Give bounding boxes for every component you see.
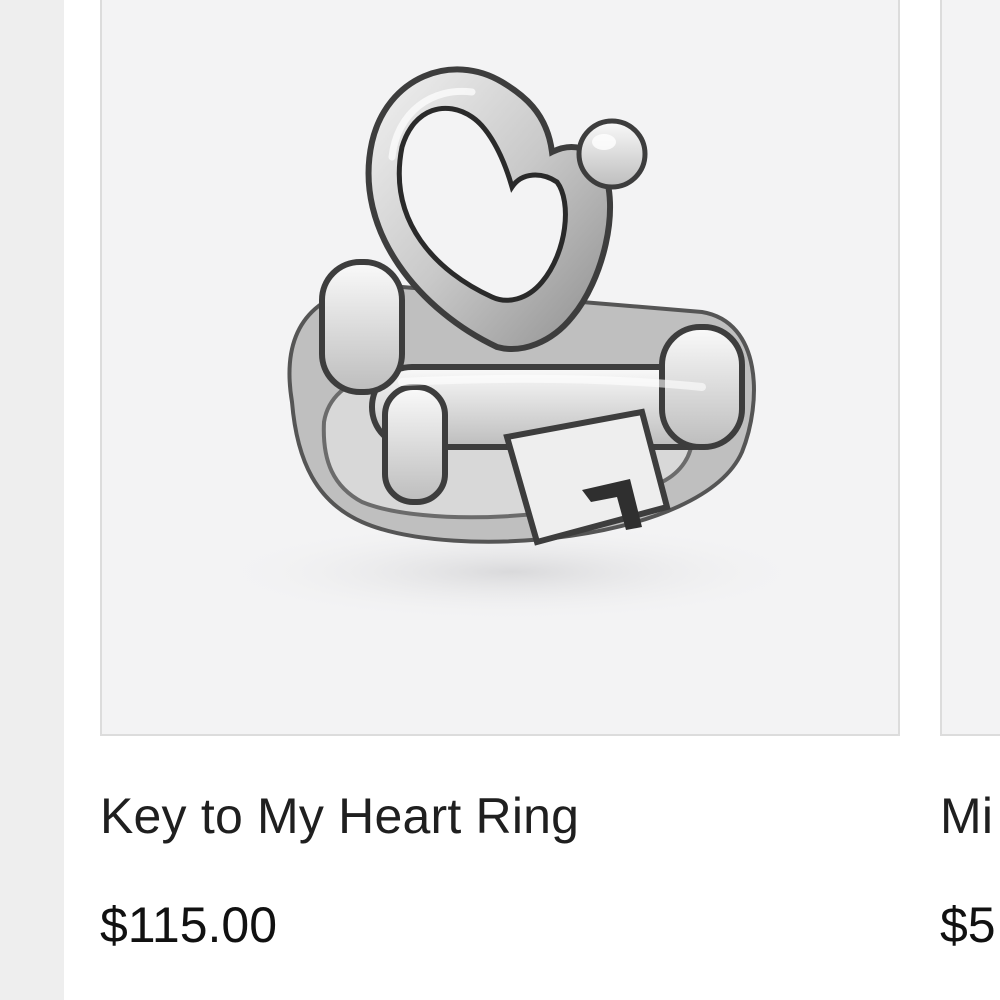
product-price: $115.00 xyxy=(100,897,278,953)
left-gutter xyxy=(0,0,64,1000)
product-image[interactable] xyxy=(100,0,900,736)
product-image[interactable] xyxy=(940,0,1000,736)
ring-illustration xyxy=(212,66,812,622)
product-card[interactable]: Key to My Heart Ring $115.00 xyxy=(100,0,900,1000)
product-title[interactable]: Mi xyxy=(940,786,993,846)
product-card[interactable]: Mi $5 xyxy=(940,0,1000,1000)
product-grid-page: Key to My Heart Ring $115.00 Mi $5 xyxy=(0,0,1000,1000)
product-price: $5 xyxy=(940,897,996,953)
product-title[interactable]: Key to My Heart Ring xyxy=(100,786,579,846)
